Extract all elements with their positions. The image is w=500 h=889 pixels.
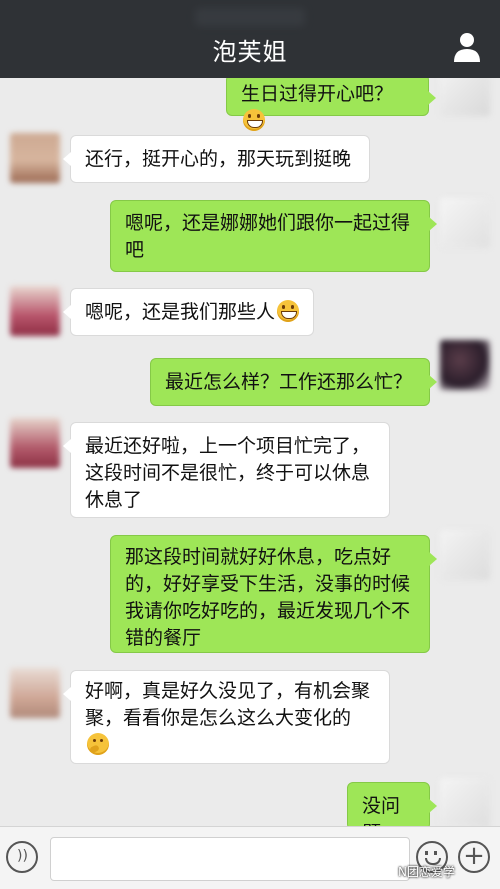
message-bubble[interactable]: 好啊，真是好久没见了，有机会聚聚，看看你是怎么这么大变化的 <box>63 670 390 764</box>
message-bubble[interactable]: 嗯呢，还是娜娜她们跟你一起过得吧 <box>110 200 437 272</box>
self-avatar[interactable] <box>440 778 490 826</box>
message-bubble[interactable]: 最近还好啦，上一个项目忙完了，这段时间不是很忙，终于可以休息休息了 <box>63 422 390 518</box>
chat-title: 泡芙姐 <box>212 38 288 66</box>
contact-avatar[interactable] <box>10 418 60 468</box>
self-avatar[interactable] <box>440 530 490 580</box>
message-text: 嗯呢，还是我们那些人 <box>85 301 276 323</box>
message-text: 最近怎么样？工作还那么忙？ <box>165 371 413 393</box>
grin-emoji-icon <box>277 300 300 322</box>
self-avatar[interactable] <box>440 340 490 390</box>
self-avatar[interactable] <box>440 198 490 248</box>
contact-avatar[interactable] <box>10 133 60 183</box>
message-text: 没问题 <box>362 795 401 826</box>
contact-avatar[interactable] <box>10 286 60 336</box>
message-text: 最近还好啦，上一个项目忙完了，这段时间不是很忙，终于可以休息休息了 <box>85 435 371 511</box>
message-bubble[interactable]: 还行，挺开心的，那天玩到挺晚 <box>63 135 370 183</box>
contact-avatar[interactable] <box>10 668 60 718</box>
message-bubble[interactable]: 没问题 <box>347 782 437 826</box>
person-icon[interactable] <box>452 30 482 64</box>
message-bubble[interactable]: 生日过得开心吧？ <box>226 78 436 131</box>
message-bubble[interactable]: 嗯呢，还是我们那些人 <box>63 288 314 336</box>
thinking-emoji-icon <box>87 733 109 755</box>
message-text: 那这段时间就好好休息，吃点好的，好好享受下生活，没事的时候我请你吃好吃的，最近发… <box>125 546 411 649</box>
voice-icon[interactable]: )) <box>6 841 38 873</box>
message-text: 好啊，真是好久没见了，有机会聚聚，看看你是怎么这么大变化的 <box>85 680 371 729</box>
self-avatar[interactable] <box>440 78 490 116</box>
message-bubble[interactable]: 那这段时间就好好休息，吃点好的，好好享受下生活，没事的时候我请你吃好吃的，最近发… <box>110 535 437 653</box>
plus-icon[interactable]: + <box>458 841 490 873</box>
message-text: 还行，挺开心的，那天玩到挺晚 <box>85 148 352 170</box>
message-text: 生日过得开心吧？ <box>241 83 394 105</box>
grin-emoji-icon <box>243 109 265 131</box>
message-text: 嗯呢，还是娜娜她们跟你一起过得吧 <box>125 212 411 261</box>
chat-header: 泡芙姐 <box>0 0 500 78</box>
message-list: 生日过得开心吧？ 还行，挺开心的，那天玩到挺晚 嗯呢，还是娜娜她们跟你一起过得吧… <box>0 78 500 826</box>
status-bar <box>195 8 305 26</box>
input-toolbar: )) + N团恋爱学 <box>0 826 500 889</box>
message-bubble[interactable]: 最近怎么样？工作还那么忙？ <box>150 358 437 406</box>
message-input[interactable] <box>50 837 410 881</box>
watermark: N团恋爱学 <box>398 865 455 879</box>
